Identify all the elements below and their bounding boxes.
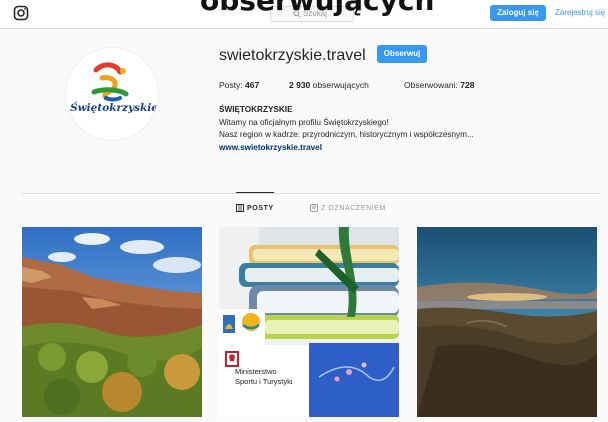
stat-posts-value: 467 <box>245 80 260 90</box>
stat-followers-value: 2 930 <box>289 80 311 90</box>
overlay-caption: obserwujących <box>200 0 435 17</box>
tab-posts[interactable]: POSTY <box>236 204 274 212</box>
post-thumbnail-3[interactable] <box>417 227 597 417</box>
books-collage-image <box>219 227 399 417</box>
stat-following-value: 728 <box>460 80 475 90</box>
stat-followers-label: obserwujących <box>312 80 369 90</box>
tab-tagged-label: Z OZNACZENIEM <box>321 204 386 212</box>
profile-username: swietokrzyskie.travel <box>219 47 366 64</box>
ministry-logo-text: Ministerstwo Sportu i Turystyki <box>235 367 293 387</box>
bio-line-2: Nasz region w kadrze: przyrodniczym, his… <box>219 130 474 139</box>
avatar[interactable]: Świętokrzyskie <box>66 48 158 140</box>
region-logo-icon <box>91 62 129 102</box>
sunset-landscape-image <box>417 227 597 417</box>
ministry-line-1: Ministerstwo <box>235 367 277 376</box>
tab-posts-label: POSTY <box>247 204 274 212</box>
ministry-line-2: Sportu i Turystyki <box>235 377 293 386</box>
post-thumbnail-2[interactable]: Ministerstwo Sportu i Turystyki <box>219 227 399 417</box>
stat-following[interactable]: Obserwowani: 728 <box>404 80 474 90</box>
follow-button[interactable]: Obserwuj <box>377 45 427 63</box>
avatar-logo-text: Świętokrzyskie <box>70 102 158 114</box>
tag-user-icon <box>310 204 318 212</box>
bio-website-link[interactable]: www.swietokrzyskie.travel <box>219 142 474 155</box>
stat-followers[interactable]: 2 930 obserwujących <box>289 80 369 90</box>
tab-tagged[interactable]: Z OZNACZENIEM <box>310 204 386 212</box>
grid-icon <box>236 204 244 212</box>
login-button[interactable]: Zaloguj się <box>490 5 546 21</box>
stat-following-label: Obserwowani: <box>404 80 458 90</box>
signup-link[interactable]: Zarejestruj się <box>555 5 605 21</box>
stat-posts: Posty: 467 <box>219 80 259 90</box>
stat-posts-label: Posty: <box>219 80 243 90</box>
tabs-divider <box>22 193 600 194</box>
bio-line-1: Witamy na oficjalnym profilu Świętokrzys… <box>219 117 389 127</box>
bio-name: ŚWIĘTOKRZYSKIE <box>219 105 293 114</box>
quarry-landscape-image <box>22 227 202 417</box>
active-tab-indicator <box>236 192 274 193</box>
post-thumbnail-1[interactable] <box>22 227 202 417</box>
instagram-icon[interactable] <box>13 5 29 21</box>
profile-bio: ŚWIĘTOKRZYSKIE Witamy na oficjalnym prof… <box>219 104 474 154</box>
